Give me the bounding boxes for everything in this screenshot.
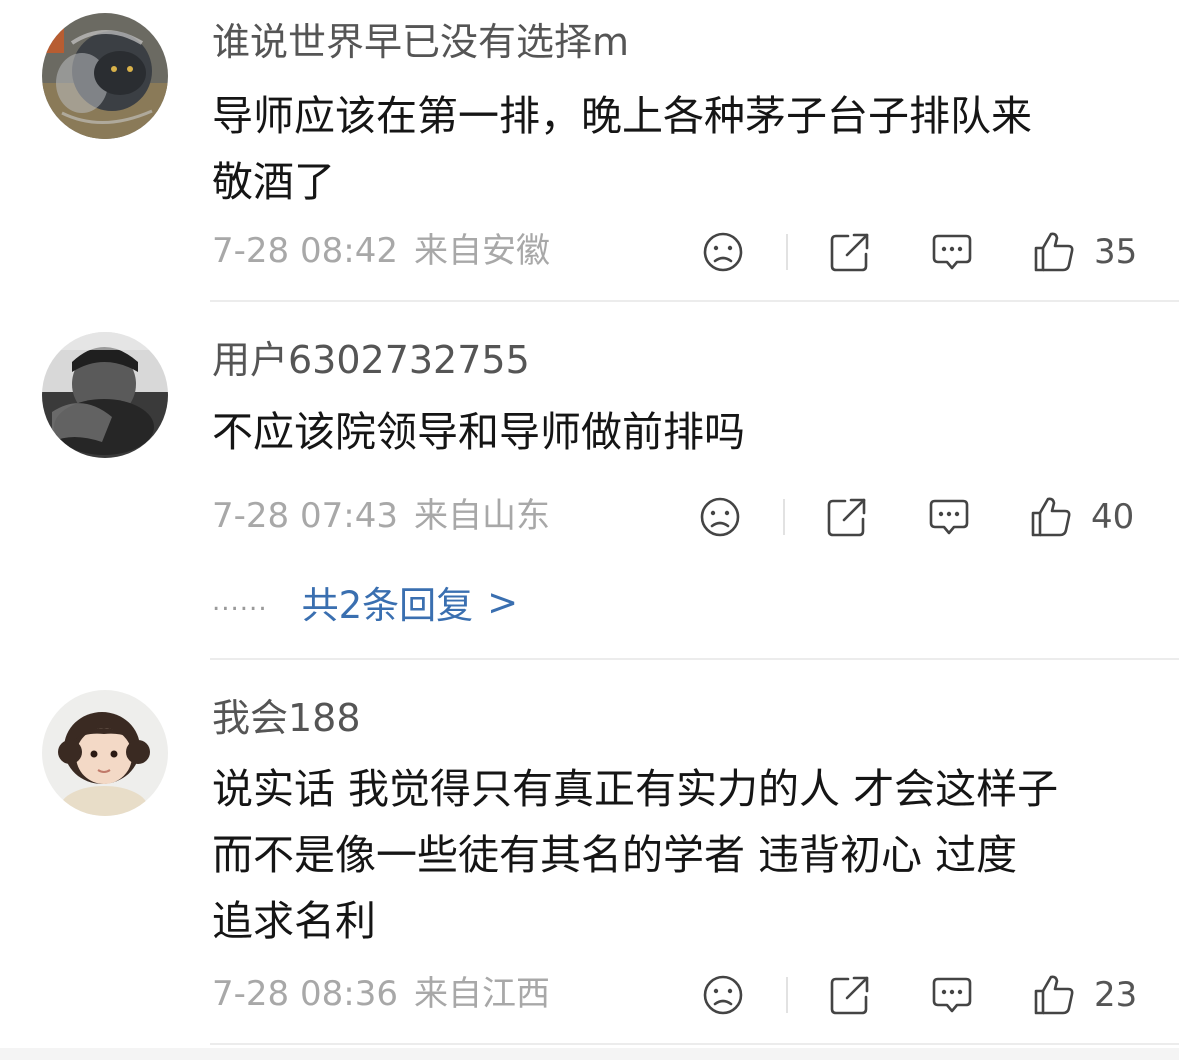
thumbs-up-icon xyxy=(1034,232,1074,272)
like-count: 40 xyxy=(1091,497,1135,537)
like-button[interactable]: 40 xyxy=(1029,495,1134,539)
share-icon xyxy=(830,233,869,272)
avatar[interactable] xyxy=(42,690,168,816)
dislike-button[interactable] xyxy=(701,230,745,274)
dislike-button[interactable] xyxy=(701,973,745,1017)
sad-face-icon xyxy=(703,232,743,272)
comment-divider xyxy=(210,1043,1179,1045)
avatar[interactable] xyxy=(42,332,168,458)
comment-actions: 23 xyxy=(0,973,1179,1017)
replies-count-label[interactable]: 共2条回复 xyxy=(302,575,474,629)
chevron-right-icon: > xyxy=(487,580,519,624)
comment-text-line: 追求名利 xyxy=(212,897,376,945)
comment-divider xyxy=(210,658,1179,660)
dislike-button[interactable] xyxy=(698,495,742,539)
comment-text: 导师应该在第一排，晚上各种茅子台子排队来 敬酒了 xyxy=(212,83,1152,215)
comment-text-line: 导师应该在第一排，晚上各种茅子台子排队来 xyxy=(212,92,1032,140)
child-photo-icon xyxy=(42,690,168,816)
reply-button[interactable] xyxy=(930,230,974,274)
share-icon xyxy=(830,976,869,1015)
sad-face-icon xyxy=(703,975,743,1015)
comment-actions: 40 xyxy=(0,495,1179,539)
like-button[interactable]: 23 xyxy=(1032,973,1137,1017)
bottom-spacer xyxy=(0,1048,1179,1060)
thumbs-up-icon xyxy=(1034,975,1074,1015)
view-replies-link[interactable]: ...... 共2条回复 > xyxy=(212,580,519,628)
action-divider xyxy=(786,234,788,270)
like-count: 23 xyxy=(1094,975,1138,1015)
reply-button[interactable] xyxy=(927,495,971,539)
username[interactable]: 用户6302732755 xyxy=(212,341,530,379)
comment-text-line: 说实话 我觉得只有真正有实力的人 才会这样子 xyxy=(212,765,1059,813)
sad-face-icon xyxy=(700,497,740,537)
username[interactable]: 我会188 xyxy=(212,699,361,737)
reply-button[interactable] xyxy=(930,973,974,1017)
avatar[interactable] xyxy=(42,13,168,139)
comment-actions: 35 xyxy=(0,230,1179,274)
comment-text-line: 而不是像一些徒有其名的学者 违背初心 过度 xyxy=(212,831,1018,879)
comment-divider xyxy=(210,300,1179,302)
like-button[interactable]: 35 xyxy=(1032,230,1137,274)
man-photo-icon xyxy=(42,332,168,458)
comment-text: 说实话 我觉得只有真正有实力的人 才会这样子 而不是像一些徒有其名的学者 违背初… xyxy=(212,756,1152,954)
comment-icon xyxy=(932,977,972,1013)
cat-photo-icon xyxy=(42,13,168,139)
action-divider xyxy=(786,977,788,1013)
like-count: 35 xyxy=(1094,232,1138,272)
share-button[interactable] xyxy=(828,973,872,1017)
thumbs-up-icon xyxy=(1031,497,1071,537)
comment-text-line: 敬酒了 xyxy=(212,158,335,206)
comment-text: 不应该院领导和导师做前排吗 xyxy=(212,399,1152,465)
action-divider xyxy=(783,499,785,535)
share-button[interactable] xyxy=(828,230,872,274)
comment-icon xyxy=(929,499,969,535)
share-button[interactable] xyxy=(825,495,869,539)
username[interactable]: 谁说世界早已没有选择m xyxy=(212,23,629,61)
comment-text-line: 不应该院领导和导师做前排吗 xyxy=(212,408,745,456)
replies-dots: ...... xyxy=(212,587,268,617)
comment-icon xyxy=(932,234,972,270)
share-icon xyxy=(827,498,866,537)
